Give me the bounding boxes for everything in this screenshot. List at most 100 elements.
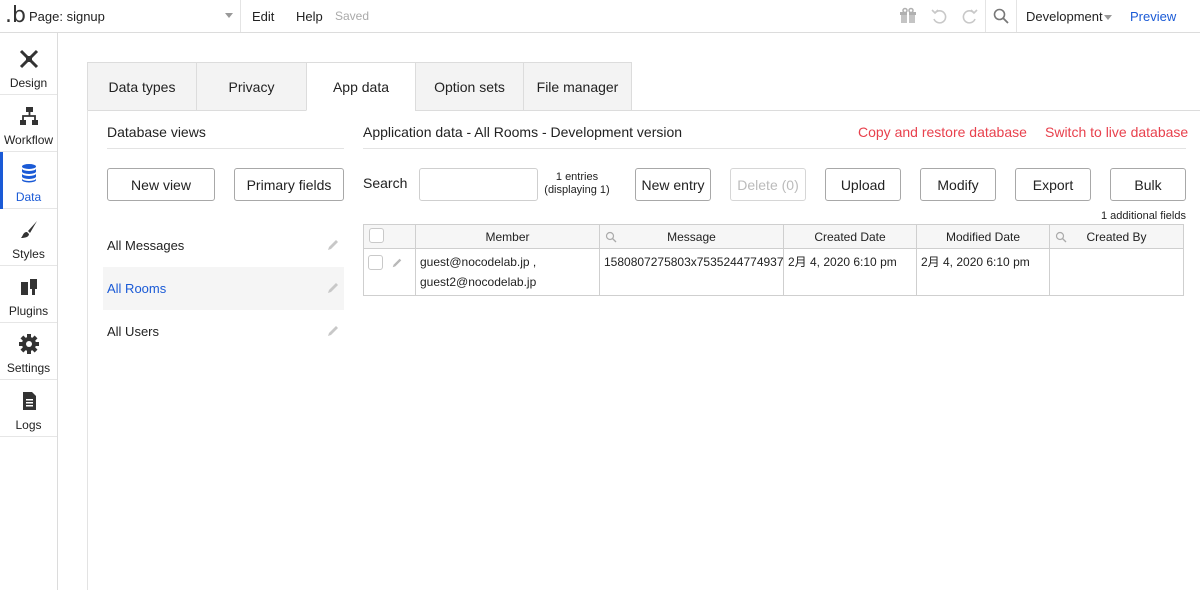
nav-label: Design — [9, 76, 48, 90]
view-item-label: All Users — [107, 324, 160, 339]
nav-styles[interactable]: Styles — [0, 209, 57, 266]
design-icon — [17, 47, 41, 71]
additional-fields-link[interactable]: 1 additional fields — [1060, 210, 1186, 222]
preview-link[interactable]: Preview — [1130, 9, 1176, 24]
nav-workflow[interactable]: Workflow — [0, 95, 57, 152]
nav-label: Logs — [15, 418, 42, 432]
nav-settings[interactable]: Settings — [0, 323, 57, 380]
search-input[interactable] — [419, 168, 538, 201]
column-header-modified-date[interactable]: Modified Date — [916, 224, 1050, 249]
column-header-label: Created By — [1086, 229, 1147, 244]
gift-icon[interactable] — [898, 6, 918, 26]
column-header-label: Created Date — [814, 229, 886, 244]
table-row[interactable]: guest@nocodelab.jp , guest2@nocodelab.jp… — [363, 248, 1184, 296]
search-icon[interactable] — [1055, 231, 1067, 243]
column-header-message[interactable]: Message — [599, 224, 784, 249]
nav-data[interactable]: Data — [0, 152, 57, 209]
redo-icon[interactable] — [960, 6, 980, 26]
app-data-title: Application data - All Rooms - Developme… — [363, 124, 683, 140]
pencil-icon[interactable] — [326, 324, 340, 338]
view-item-label: All Rooms — [107, 281, 167, 296]
column-header-label: Message — [667, 229, 716, 244]
search-label: Search — [363, 175, 408, 191]
nav-design[interactable]: Design — [0, 38, 57, 95]
undo-icon[interactable] — [929, 6, 949, 26]
database-icon — [17, 161, 41, 185]
row-checkbox[interactable] — [368, 255, 383, 271]
column-header-label: Modified Date — [945, 229, 1021, 244]
nav-label: Plugins — [8, 304, 49, 318]
entries-count-displaying: (displaying 1) — [544, 184, 610, 196]
bubble-logo[interactable]: .b — [5, 3, 26, 28]
environment-selector[interactable]: Development — [1026, 9, 1103, 24]
left-nav: Design Workflow Data Styles Plugins Sett… — [0, 33, 58, 590]
tab-data-types[interactable]: Data types — [87, 62, 196, 111]
entries-count: 1 entries (displaying 1) — [541, 171, 613, 197]
chevron-down-icon — [225, 13, 233, 18]
divider — [985, 0, 986, 32]
table-header-row: Member Message Created Date Modified Dat… — [363, 224, 1184, 249]
tab-privacy[interactable]: Privacy — [196, 62, 306, 111]
search-icon[interactable] — [605, 231, 617, 243]
divider — [1016, 0, 1017, 32]
cell-message[interactable]: 1580807275803x753524477493744 — [599, 248, 784, 296]
entries-count-total: 1 entries — [555, 171, 599, 183]
pencil-icon[interactable] — [326, 238, 340, 252]
cell-modified-date[interactable]: 2月 4, 2020 6:10 pm — [916, 248, 1050, 296]
pencil-icon[interactable] — [391, 257, 403, 269]
tab-app-data[interactable]: App data — [306, 62, 415, 111]
primary-fields-button[interactable]: Primary fields — [234, 168, 344, 201]
select-all-header — [363, 224, 416, 249]
plug-icon — [17, 275, 41, 299]
data-table: Member Message Created Date Modified Dat… — [363, 224, 1184, 296]
modify-button[interactable]: Modify — [920, 168, 996, 201]
view-item-all-messages[interactable]: All Messages — [107, 224, 344, 267]
nav-plugins[interactable]: Plugins — [0, 266, 57, 323]
bulk-button[interactable]: Bulk — [1110, 168, 1186, 201]
nav-logs[interactable]: Logs — [0, 380, 57, 437]
view-item-all-rooms[interactable]: All Rooms — [103, 267, 344, 310]
tab-file-manager[interactable]: File manager — [523, 62, 632, 111]
tab-option-sets[interactable]: Option sets — [415, 62, 523, 111]
help-menu[interactable]: Help — [296, 9, 323, 24]
column-header-created-date[interactable]: Created Date — [783, 224, 917, 249]
export-button[interactable]: Export — [1015, 168, 1091, 201]
page-selector[interactable]: Page: signup — [29, 0, 239, 32]
brush-icon — [17, 218, 41, 242]
copy-restore-database-link[interactable]: Copy and restore database — [858, 124, 1027, 140]
nav-label: Data — [15, 190, 42, 204]
saved-status: Saved — [335, 9, 370, 23]
pencil-icon[interactable] — [326, 281, 340, 295]
new-entry-button[interactable]: New entry — [635, 168, 711, 201]
view-item-all-users[interactable]: All Users — [107, 310, 344, 353]
gear-icon — [17, 332, 41, 356]
column-header-created-by[interactable]: Created By — [1049, 224, 1184, 249]
member-email: guest2@nocodelab.jp — [420, 275, 537, 289]
divider — [107, 148, 344, 149]
column-header-member[interactable]: Member — [415, 224, 600, 249]
cell-created-by[interactable] — [1049, 248, 1184, 296]
workflow-icon — [17, 104, 41, 128]
divider — [87, 110, 88, 590]
new-view-button[interactable]: New view — [107, 168, 215, 201]
top-bar: .b Page: signup Edit Help Saved Developm… — [0, 0, 1200, 33]
document-icon — [17, 389, 41, 413]
chevron-down-icon — [1104, 15, 1112, 20]
switch-live-database-link[interactable]: Switch to live database — [1045, 124, 1188, 140]
edit-menu[interactable]: Edit — [252, 9, 274, 24]
page-selector-label: Page: signup — [29, 8, 105, 24]
view-item-label: All Messages — [107, 238, 185, 253]
search-icon[interactable] — [991, 6, 1011, 26]
select-all-checkbox[interactable] — [369, 227, 384, 243]
cell-member[interactable]: guest@nocodelab.jp , guest2@nocodelab.jp — [415, 248, 600, 296]
member-email: guest@nocodelab.jp , — [420, 255, 537, 269]
database-views-title: Database views — [107, 124, 206, 140]
column-header-label: Member — [485, 229, 530, 244]
cell-created-date[interactable]: 2月 4, 2020 6:10 pm — [783, 248, 917, 296]
divider — [240, 0, 241, 32]
nav-label: Workflow — [3, 133, 54, 147]
upload-button[interactable]: Upload — [825, 168, 901, 201]
delete-button[interactable]: Delete (0) — [730, 168, 806, 201]
row-controls — [363, 248, 416, 296]
nav-label: Settings — [6, 361, 51, 375]
